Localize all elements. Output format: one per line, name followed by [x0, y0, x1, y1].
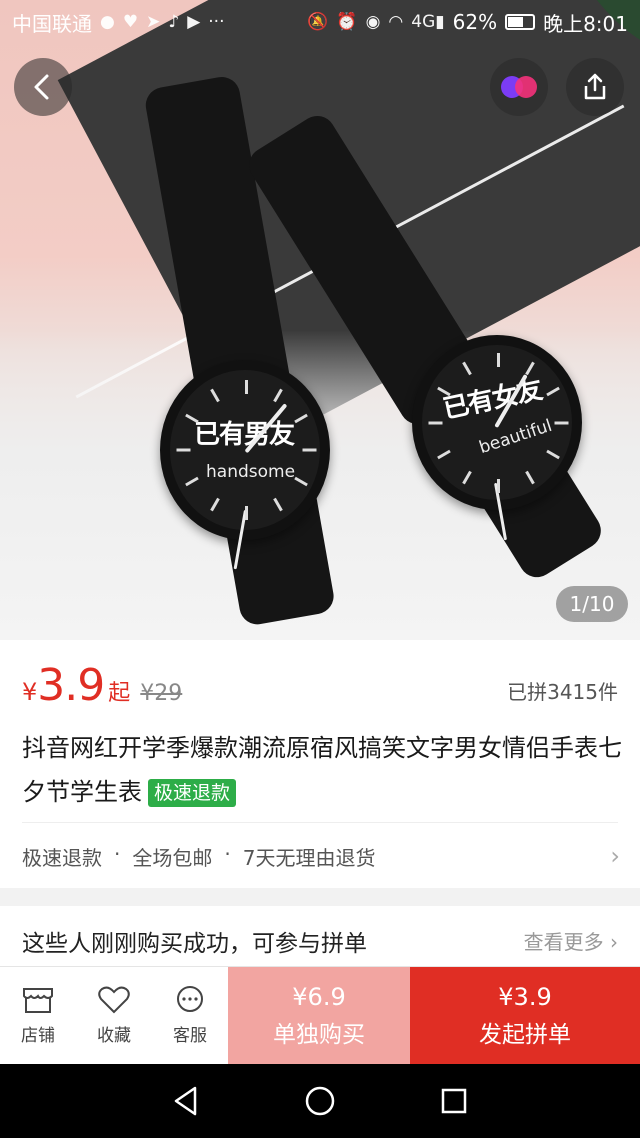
watch-tick	[176, 448, 191, 452]
group-buy-title: 这些人刚刚购买成功，可参与拼单	[22, 931, 367, 957]
watch-tick	[462, 470, 472, 484]
alarm-icon: ⏰	[336, 12, 358, 32]
watch-tick	[185, 476, 199, 487]
currency-symbol: ¥	[22, 678, 38, 706]
watch-tick	[302, 448, 317, 452]
buy-alone-button[interactable]: ¥6.9 单独购买	[228, 967, 410, 1064]
chat-bubble-icon	[177, 986, 203, 1012]
watch-tick	[437, 449, 451, 459]
heart-icon	[98, 986, 130, 1014]
store-tab[interactable]: 店铺	[0, 967, 76, 1064]
customer-service-label: 客服	[173, 1026, 207, 1046]
carrier-label: 中国联通	[12, 11, 92, 36]
product-title-text: 抖音网红开学季爆款潮流原宿风搞笑文字男女情侣手表七夕节学生表	[22, 734, 622, 806]
service-item: 全场包邮	[132, 846, 213, 870]
share-button[interactable]	[566, 58, 624, 116]
favorite-tab[interactable]: 收藏	[76, 967, 152, 1064]
eye-icon: ◉	[365, 12, 381, 32]
app-logo-button[interactable]	[490, 58, 548, 116]
divider	[22, 822, 618, 823]
watch-left-dial: 已有男友 handsome	[170, 370, 320, 570]
tiktok-icon: ♪	[168, 12, 180, 32]
nav-recents-icon[interactable]	[439, 1086, 469, 1116]
chevron-right-icon[interactable]: ›	[610, 842, 620, 870]
watch-tick	[273, 497, 283, 512]
watch-tick	[462, 361, 472, 375]
watch-tick	[210, 388, 220, 403]
service-item: 7天无理由退货	[242, 846, 376, 870]
watch-tick	[245, 380, 248, 394]
buy-alone-label: 单独购买	[273, 1021, 365, 1048]
watch-tick	[546, 386, 560, 396]
heart-rate-icon: ♥	[122, 12, 139, 32]
store-icon	[23, 988, 53, 1013]
price-row: ¥ 3.9 起 ¥29	[22, 660, 182, 711]
watch-right-word: beautiful	[476, 415, 555, 459]
customer-service-tab[interactable]: 客服	[152, 967, 228, 1064]
more-notifications-icon: ···	[208, 12, 225, 32]
back-arrow-icon	[34, 74, 49, 100]
image-pager: 1/10	[556, 586, 628, 622]
system-navigation-bar	[0, 1064, 640, 1138]
watch-tick	[294, 413, 308, 424]
start-group-buy-button[interactable]: ¥3.9 发起拼单	[410, 967, 640, 1064]
product-title: 抖音网红开学季爆款潮流原宿风搞笑文字男女情侣手表七夕节学生表 极速退款	[22, 726, 622, 814]
group-buy-price: ¥3.9	[498, 982, 552, 1011]
watch-left-word: handsome	[206, 462, 296, 482]
watch-tick	[497, 352, 500, 367]
watch-tick	[428, 421, 443, 424]
price-suffix: 起	[108, 681, 131, 706]
service-guarantees[interactable]: 极速退款 · 全场包邮 · 7天无理由退货	[22, 842, 375, 871]
service-item: 极速退款	[22, 846, 102, 870]
group-price: 3.9	[37, 660, 105, 711]
watch-right-brand: 已有女友	[440, 374, 545, 426]
nav-home-icon[interactable]	[304, 1085, 336, 1117]
video-icon: ▶	[187, 12, 201, 32]
nav-back-icon[interactable]	[171, 1085, 201, 1117]
double-heart-icon	[501, 76, 537, 98]
watch-right-dial: 已有女友 beautiful	[422, 345, 572, 541]
watch-tick	[497, 478, 500, 493]
watch-tick	[546, 449, 560, 459]
product-info: ¥ 3.9 起 ¥29 已拼3415件 抖音网红开学季爆款潮流原宿风搞笑文字男女…	[0, 640, 640, 888]
service-separator: ·	[224, 842, 231, 866]
watch-tick	[294, 476, 308, 487]
battery-percent: 62%	[452, 10, 498, 34]
back-button[interactable]	[14, 58, 72, 116]
wechat-icon: ●	[100, 12, 115, 32]
group-buy-section: 这些人刚刚购买成功，可参与拼单 查看更多 ›	[0, 906, 640, 970]
view-more-link[interactable]: 查看更多 ›	[524, 926, 618, 955]
bottom-action-bar: 店铺 收藏 客服 ¥6.9 单独购买 ¥3.9 发起拼单	[0, 966, 640, 1064]
watch-tick	[210, 497, 220, 512]
battery-icon	[505, 14, 536, 30]
mute-icon: 🔕	[307, 12, 329, 32]
group-buy-label: 发起拼单	[479, 1021, 571, 1048]
send-icon: ➤	[146, 12, 161, 32]
watch-tick	[554, 421, 569, 424]
watch-right: 已有女友 beautiful	[242, 80, 608, 584]
fast-refund-badge: 极速退款	[148, 779, 237, 807]
status-bar: 中国联通 ● ♥ ➤ ♪ ▶ ··· 🔕 ⏰ ◉ ◠ 4G▮ 62% 晚上8:0…	[0, 0, 640, 44]
store-label: 店铺	[21, 1026, 55, 1046]
buy-alone-price: ¥6.9	[292, 982, 346, 1011]
watch-tick	[525, 470, 535, 484]
watch-tick	[245, 506, 248, 520]
share-icon	[584, 73, 606, 100]
service-separator: ·	[114, 842, 121, 866]
watch-left-brand: 已有男友	[194, 420, 295, 450]
favorite-label: 收藏	[97, 1026, 131, 1046]
signal-icon: 4G▮	[411, 12, 445, 32]
sold-count: 已拼3415件	[507, 680, 618, 704]
watch-tick	[273, 388, 283, 403]
clock: 晚上8:01	[543, 11, 628, 36]
original-price: ¥29	[140, 681, 183, 706]
wifi-icon: ◠	[388, 12, 404, 32]
